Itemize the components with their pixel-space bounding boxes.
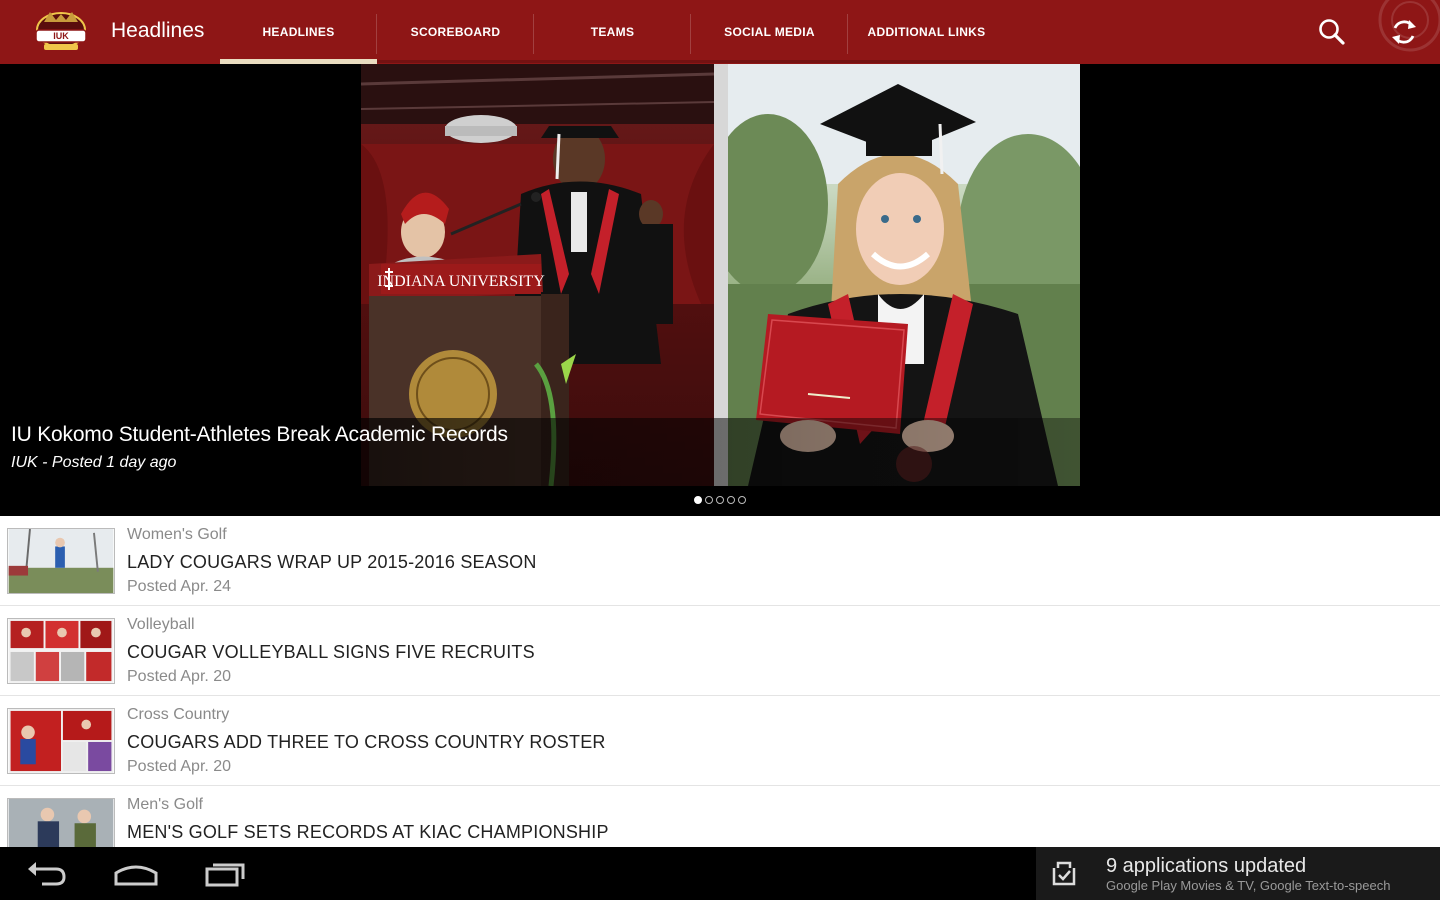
svg-text:IUK: IUK [53,31,69,41]
pager-dot[interactable] [705,496,713,504]
tab-label: SOCIAL MEDIA [724,25,815,39]
article-headline: MEN'S GOLF SETS RECORDS AT KIAC CHAMPION… [127,822,609,842]
carousel-pager [694,496,746,504]
play-store-update-icon [1052,861,1076,886]
article-category: Volleyball [127,616,195,633]
home-icon[interactable] [111,857,161,889]
article-date: Posted Apr. 20 [127,758,232,775]
cougars-logo-icon[interactable]: IUK [30,8,92,56]
article-category: Cross Country [127,706,230,723]
tab-teams[interactable]: TEAMS [534,0,691,64]
list-item-volleyball[interactable]: Volleyball COUGAR VOLLEYBALL SIGNS FIVE … [0,606,1440,696]
update-notification[interactable]: 9 applications updated Google Play Movie… [1036,847,1440,900]
list-item-mens-golf[interactable]: Men's Golf MEN'S GOLF SETS RECORDS AT KI… [0,786,1440,847]
tab-scoreboard[interactable]: SCOREBOARD [377,0,534,64]
article-headline: LADY COUGARS WRAP UP 2015-2016 SEASON [127,552,537,572]
notification-subtitle: Google Play Movies & TV, Google Text-to-… [1106,878,1391,893]
list-item-cross-country[interactable]: Cross Country COUGARS ADD THREE TO CROSS… [0,696,1440,786]
article-list: Women's Golf LADY COUGARS WRAP UP 2015-2… [0,516,1440,847]
pager-dot[interactable] [694,496,702,504]
tab-headlines[interactable]: HEADLINES [220,0,377,64]
podium-text: INDIANA UNIVERSITY [377,273,545,290]
pager-dot[interactable] [727,496,735,504]
recent-apps-icon[interactable] [201,857,251,889]
article-thumbnail [7,618,115,684]
back-icon[interactable] [22,857,72,889]
article-date: Posted Apr. 20 [127,668,232,685]
notification-title: 9 applications updated [1106,855,1307,877]
hero-carousel[interactable]: INDIANA UNIVERSITY IU Kokomo Student-Ath… [0,64,1440,516]
refresh-icon[interactable] [1386,14,1422,50]
app-title: Headlines [111,19,205,42]
tab-additional-links[interactable]: ADDITIONAL LINKS [848,0,1005,64]
article-date: Posted Apr. 24 [127,578,232,595]
article-category: Women's Golf [127,526,227,543]
article-category: Men's Golf [127,796,203,813]
pager-dot[interactable] [716,496,724,504]
tab-bar: HEADLINES SCOREBOARD TEAMS SOCIAL MEDIA … [220,0,1005,64]
tab-social-media[interactable]: SOCIAL MEDIA [691,0,848,64]
article-thumbnail [7,708,115,774]
article-thumbnail [7,528,115,594]
tab-label: SCOREBOARD [410,25,501,39]
tab-label: TEAMS [590,25,635,39]
pager-dot[interactable] [738,496,746,504]
article-thumbnail [7,798,115,847]
tab-label: HEADLINES [262,25,335,39]
article-headline: COUGAR VOLLEYBALL SIGNS FIVE RECRUITS [127,642,535,662]
tab-label: ADDITIONAL LINKS [867,25,986,39]
hero-headline[interactable]: IU Kokomo Student-Athletes Break Academi… [11,423,508,447]
list-item-womens-golf[interactable]: Women's Golf LADY COUGARS WRAP UP 2015-2… [0,516,1440,606]
hero-meta: IUK - Posted 1 day ago [11,454,177,471]
article-headline: COUGARS ADD THREE TO CROSS COUNTRY ROSTE… [127,732,606,752]
search-icon[interactable] [1314,14,1350,50]
tab-track [377,60,1000,63]
action-bar: IUK Headlines HEADLINES SCOREBOARD TEAMS… [0,0,1440,64]
